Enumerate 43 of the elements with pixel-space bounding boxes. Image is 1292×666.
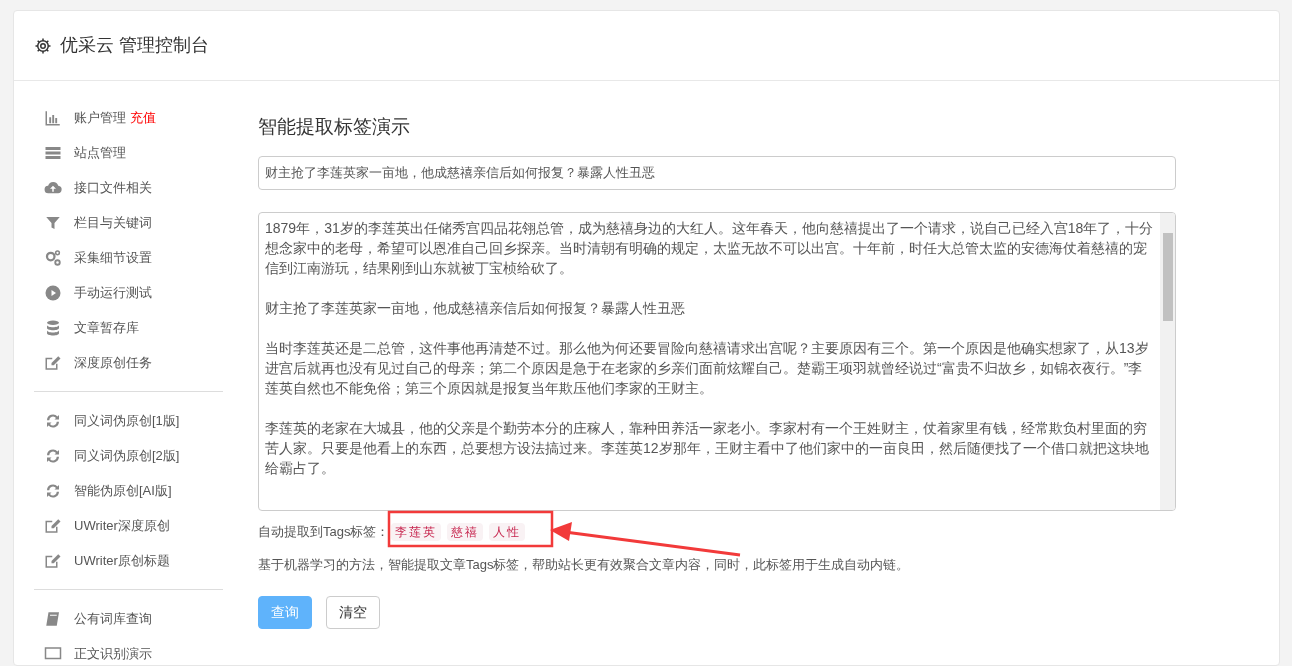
tag: 慈禧 [447, 522, 484, 541]
edit-icon [44, 353, 62, 372]
title-field[interactable]: 财主抢了李莲英家一亩地，他成慈禧亲信后如何报复？暴露人性丑恶 [258, 155, 1176, 190]
article-paragraph: 李莲英的老家在大城县，他的父亲是个勤劳本分的庄稼人，靠种田养活一家老小。李家村有一个王姓财主，仗着家里有钱，经常欺负村里面的穷苦人家。只要是他看上的东西，总要想方设法搞过来。李莲英12岁那年，王财主看中了他们家中的一亩良田，然后随便找了一个借口就把这块地给霸占了。 [265, 418, 1150, 478]
edit-icon [44, 516, 62, 535]
sidebar-link[interactable]: 接口文件相关 [74, 177, 152, 198]
sidebar-link[interactable]: 同义词伪原创[1版] [74, 410, 180, 431]
sidebar-link[interactable]: 正文识别演示 [74, 643, 152, 664]
article-field[interactable] [258, 211, 1176, 511]
sidebar-link[interactable]: UWriter深度原创 [74, 515, 170, 536]
sidebar-link[interactable]: 栏目与关键词 [74, 212, 152, 233]
refresh-icon [44, 411, 62, 430]
tags-label: 自动提取到Tags标签： [258, 522, 390, 541]
sidebar-link[interactable]: 账户管理 [74, 107, 126, 128]
recharge-link[interactable]: 充值 [130, 107, 156, 128]
article-paragraph: 1879年，31岁的李莲英出任储秀宫四品花翎总管，成为慈禧身边的大红人。这年春天，他向慈禧提出了一个请求，说自己已经入宫18年了，十分想念家中的老母，希望可以恩准自己回乡探亲。当时清朝有明确的规定，太监无故不可以出宫。十年前，时任大总管太监的安德海仗着慈禧的宠信到江南游玩，结果刚到山东就被丁宝桢给砍了。 [265, 218, 1154, 278]
page-heading: 智能提取标签演示 [258, 115, 411, 139]
database-icon [44, 318, 62, 337]
refresh-icon [44, 481, 62, 500]
play-icon [44, 283, 62, 302]
tag: 人性 [489, 522, 526, 541]
sidebar-link[interactable]: 深度原创任务 [74, 352, 152, 373]
scrollbar[interactable] [1160, 212, 1175, 510]
sidebar-link[interactable]: 采集细节设置 [74, 247, 152, 268]
description-text: 基于机器学习的方法，智能提取文章Tags标签，帮助站长更有效聚合文章内容，同时，此标签用于生成自动内链。 [258, 555, 911, 574]
article-paragraph: 当时李莲英还是二总管，这件事他再清楚不过。那么他为何还要冒险向慈禧请求出宫呢？主要原因有三个。第一个原因是他确实想家了，从13岁进宫后就再也没有见过自己的母亲；第二个原因是急于在老家的乡亲们面前炫耀自己。楚霸王项羽就曾经说过“富贵不归故乡，如锦衣夜行。”李莲英自然也不能免俗；第三个原因就是报复当年欺压他们李家的王财主。 [265, 338, 1150, 398]
sidebar-link[interactable]: UWriter原创标题 [74, 550, 170, 571]
article-paragraph: 财主抢了李莲英家一亩地，他成慈禧亲信后如何报复？暴露人性丑恶 [265, 298, 686, 318]
console-title: 优采云 管理控制台 [60, 34, 209, 57]
sidebar-link[interactable]: 文章暂存库 [74, 317, 139, 338]
sidebar-link[interactable]: 智能伪原创[AI版] [74, 480, 172, 501]
tag: 李莲英 [391, 522, 442, 541]
sidebar-link[interactable]: 站点管理 [74, 142, 126, 163]
bar-chart-icon [44, 108, 62, 127]
gear-icon [34, 36, 52, 55]
refresh-icon [44, 446, 62, 465]
sidebar-link[interactable]: 公有词库查询 [74, 608, 152, 629]
gears-icon [44, 248, 62, 267]
sidebar-link[interactable]: 手动运行测试 [74, 282, 152, 303]
sidebar-link[interactable]: 同义词伪原创[2版] [74, 445, 180, 466]
edit-icon [44, 551, 62, 570]
clear-button[interactable]: 清空 [326, 596, 380, 629]
book-icon [44, 609, 62, 628]
